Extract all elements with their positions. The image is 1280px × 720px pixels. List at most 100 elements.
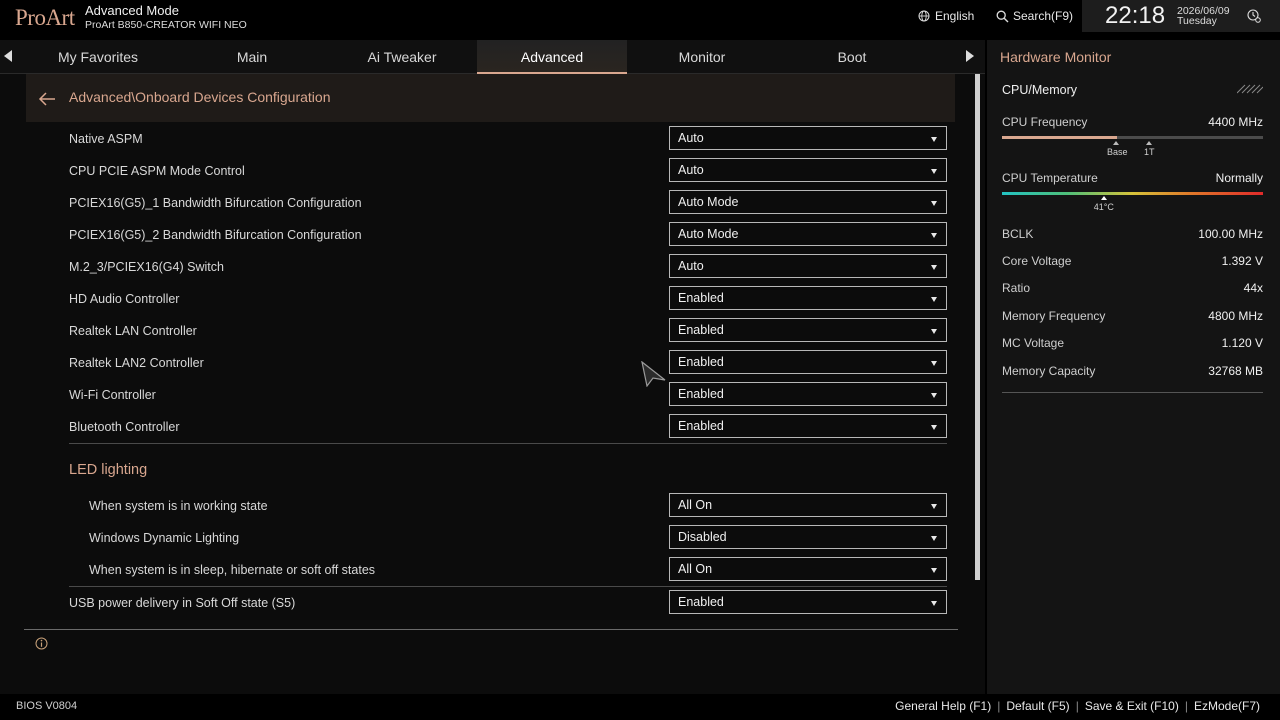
main-panel: Advanced\Onboard Devices Configuration N… [0,74,985,694]
turbo-marker [1146,141,1152,145]
footer-shortcuts: General Help (F1) | Default (F5) | Save … [895,699,1260,713]
native-aspm-select[interactable]: Auto [669,126,947,150]
setting-label: Wi-Fi Controller [69,388,156,402]
tab-ai-tweaker[interactable]: Ai Tweaker [327,40,477,74]
proart-logo: ProArt [15,5,75,30]
setting-row: When system is in working state All On [69,491,947,523]
language-button[interactable]: English [918,9,974,23]
ez-mode-button[interactable]: EzMode(F7) [1194,699,1260,713]
hw-value: 100.00 MHz [1198,227,1263,241]
hw-row: Memory Frequency 4800 MHz [1002,309,1263,323]
pciex16-2-bifurcation-select[interactable]: Auto Mode [669,222,947,246]
realtek-lan2-select[interactable]: Enabled [669,350,947,374]
hw-row: MC Voltage 1.120 V [1002,336,1263,350]
select-value: Disabled [678,530,727,544]
cpu-pcie-aspm-select[interactable]: Auto [669,158,947,182]
dropdown-caret-icon [931,297,937,302]
dropdown-caret-icon [931,425,937,430]
save-exit-button[interactable]: Save & Exit (F10) [1085,699,1179,713]
language-label: English [935,9,975,23]
setting-row: When system is in sleep, hibernate or so… [69,555,947,587]
setting-label: M.2_3/PCIEX16(G4) Switch [69,260,224,274]
hw-label: Memory Frequency [1002,309,1106,323]
footer-bar: BIOS V0804 General Help (F1) | Default (… [0,694,1280,720]
tab-boot[interactable]: Boot [777,40,927,74]
hw-value: Normally [1215,171,1263,185]
setting-label: Bluetooth Controller [69,420,180,434]
tab-bar: My Favorites Main Ai Tweaker Advanced Mo… [0,40,985,74]
hw-row: Core Voltage 1.392 V [1002,254,1263,268]
setting-row: PCIEX16(G5)_1 Bandwidth Bifurcation Conf… [69,188,947,220]
usb-power-delivery-select[interactable]: Enabled [669,590,947,614]
select-value: Auto [678,163,704,177]
separator: | [1184,699,1188,713]
hw-label: Ratio [1002,281,1031,295]
hw-label: CPU Temperature [1002,171,1098,185]
setting-label: PCIEX16(G5)_1 Bandwidth Bifurcation Conf… [69,196,362,210]
dropdown-caret-icon [931,233,937,238]
hw-row: BCLK 100.00 MHz [1002,227,1263,241]
led-sleep-state-select[interactable]: All On [669,557,947,581]
cpu-frequency-bar-fill [1002,136,1117,139]
hw-value: 1.392 V [1221,254,1263,268]
wifi-select[interactable]: Enabled [669,382,947,406]
select-value: Auto Mode [678,227,739,241]
hd-audio-select[interactable]: Enabled [669,286,947,310]
setting-label: When system is in sleep, hibernate or so… [89,563,376,577]
dropdown-caret-icon [931,329,937,334]
bluetooth-select[interactable]: Enabled [669,414,947,438]
hw-monitor-title: Hardware Monitor [1000,49,1112,65]
search-label: Search(F9) [1013,9,1074,23]
tab-my-favorites[interactable]: My Favorites [23,40,173,74]
dropdown-caret-icon [931,265,937,270]
general-help-button[interactable]: General Help (F1) [895,699,991,713]
select-value: Auto [678,131,704,145]
setting-row: USB power delivery in Soft Off state (S5… [69,588,947,620]
clock-date: 2026/06/09 Tuesday [1177,6,1230,27]
hw-label: Memory Capacity [1002,364,1096,378]
dropdown-caret-icon [931,601,937,606]
hw-value: 1.120 V [1221,336,1263,350]
setting-row: Bluetooth Controller Enabled [69,412,947,444]
default-button[interactable]: Default (F5) [1006,699,1069,713]
led-section-title: LED lighting [69,462,148,478]
clock-time: 22:18 [1105,2,1166,29]
setting-row: Realtek LAN Controller Enabled [69,316,947,348]
dropdown-caret-icon [931,504,937,509]
select-value: All On [678,498,713,512]
setting-row: PCIEX16(G5)_2 Bandwidth Bifurcation Conf… [69,220,947,252]
hw-value: 4400 MHz [1208,115,1263,129]
clock-settings-icon[interactable] [1247,9,1261,23]
cpu-temperature-bar [1002,192,1263,195]
hw-row: Ratio 44x [1002,281,1263,295]
search-button[interactable]: Search(F9) [996,9,1073,23]
select-value: Enabled [678,595,724,609]
pciex16-1-bifurcation-select[interactable]: Auto Mode [669,190,947,214]
top-header: ProArt Advanced Mode ProArt B850-CREATOR… [0,0,1280,40]
tab-monitor[interactable]: Monitor [627,40,777,74]
m2-pciex16-switch-select[interactable]: Auto [669,254,947,278]
led-working-state-select[interactable]: All On [669,493,947,517]
tab-scroll-left-icon[interactable] [4,50,12,62]
weekday-text: Tuesday [1177,15,1217,27]
select-value: Enabled [678,387,724,401]
setting-label: CPU PCIE ASPM Mode Control [69,164,245,178]
tab-scroll-right-icon[interactable] [966,50,974,62]
tab-advanced[interactable]: Advanced [477,40,627,74]
dropdown-caret-icon [931,137,937,142]
globe-icon [918,10,930,22]
separator: | [1075,699,1079,713]
hw-label: BCLK [1002,227,1034,241]
setting-row: HD Audio Controller Enabled [69,284,947,316]
setting-label: Native ASPM [69,132,143,146]
back-arrow-icon[interactable] [38,92,56,106]
dropdown-caret-icon [931,536,937,541]
dropdown-caret-icon [931,169,937,174]
setting-row: CPU PCIE ASPM Mode Control Auto [69,156,947,188]
tab-main[interactable]: Main [177,40,327,74]
realtek-lan-select[interactable]: Enabled [669,318,947,342]
windows-dynamic-lighting-select[interactable]: Disabled [669,525,947,549]
breadcrumb: Advanced\Onboard Devices Configuration [26,74,955,122]
info-icon [35,637,48,650]
main-scrollbar[interactable] [975,74,980,580]
